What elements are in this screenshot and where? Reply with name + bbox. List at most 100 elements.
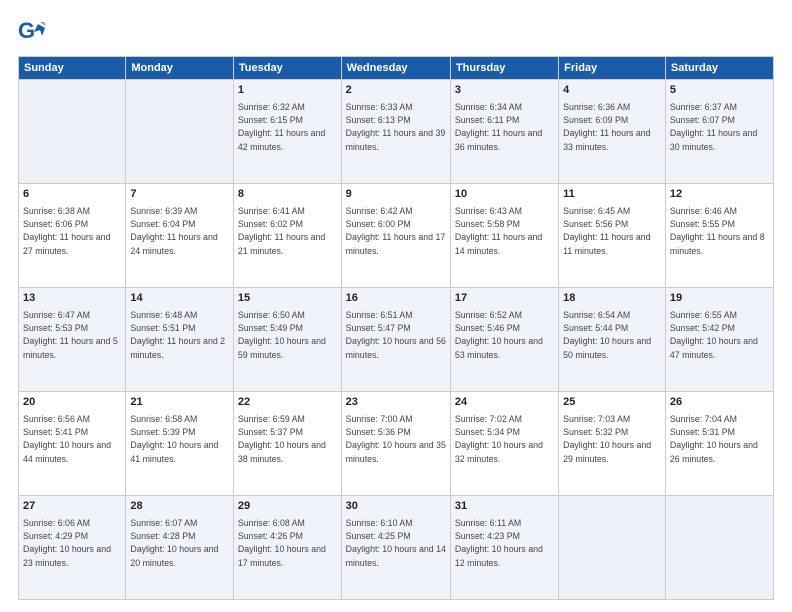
calendar-cell: 31 Sunrise: 6:11 AM Sunset: 4:23 PM Dayli…: [450, 496, 558, 600]
calendar-cell: 15 Sunrise: 6:50 AM Sunset: 5:49 PM Dayli…: [233, 288, 341, 392]
day-number: 12: [670, 187, 769, 203]
calendar-cell: 5 Sunrise: 6:37 AM Sunset: 6:07 PM Daylig…: [665, 80, 773, 184]
day-info: Sunrise: 7:00 AM Sunset: 5:36 PM Dayligh…: [346, 413, 446, 466]
day-number: 19: [670, 291, 769, 307]
calendar-cell: 19 Sunrise: 6:55 AM Sunset: 5:42 PM Dayli…: [665, 288, 773, 392]
calendar-cell: 26 Sunrise: 7:04 AM Sunset: 5:31 PM Dayli…: [665, 392, 773, 496]
day-number: 13: [23, 291, 121, 307]
day-info: Sunrise: 7:03 AM Sunset: 5:32 PM Dayligh…: [563, 413, 661, 466]
calendar-cell: 23 Sunrise: 7:00 AM Sunset: 5:36 PM Dayli…: [341, 392, 450, 496]
day-info: Sunrise: 6:50 AM Sunset: 5:49 PM Dayligh…: [238, 309, 337, 362]
day-number: 25: [563, 395, 661, 411]
day-info: Sunrise: 6:41 AM Sunset: 6:02 PM Dayligh…: [238, 205, 337, 258]
day-number: 17: [455, 291, 554, 307]
calendar-header-row: SundayMondayTuesdayWednesdayThursdayFrid…: [19, 57, 774, 80]
calendar-cell: 29 Sunrise: 6:08 AM Sunset: 4:26 PM Dayli…: [233, 496, 341, 600]
calendar-cell: 11Sunrise: 6:45 AM Sunset: 5:56 PM Dayli…: [559, 184, 666, 288]
day-number: 3: [455, 83, 554, 99]
day-info: Sunrise: 7:04 AM Sunset: 5:31 PM Dayligh…: [670, 413, 769, 466]
calendar-cell: 9 Sunrise: 6:42 AM Sunset: 6:00 PM Daylig…: [341, 184, 450, 288]
day-number: 24: [455, 395, 554, 411]
day-info: Sunrise: 6:56 AM Sunset: 5:41 PM Dayligh…: [23, 413, 121, 466]
day-info: Sunrise: 6:46 AM Sunset: 5:55 PM Dayligh…: [670, 205, 769, 258]
calendar-week-row: 1Sunrise: 6:32 AM Sunset: 6:15 PM Daylig…: [19, 80, 774, 184]
day-info: Sunrise: 6:42 AM Sunset: 6:00 PM Dayligh…: [346, 205, 446, 258]
day-number: 5: [670, 83, 769, 99]
calendar-cell: 14Sunrise: 6:48 AM Sunset: 5:51 PM Dayli…: [126, 288, 234, 392]
day-info: Sunrise: 6:54 AM Sunset: 5:44 PM Dayligh…: [563, 309, 661, 362]
logo-icon: G: [18, 18, 46, 46]
day-info: Sunrise: 6:47 AM Sunset: 5:53 PM Dayligh…: [23, 309, 121, 362]
calendar-week-row: 27 Sunrise: 6:06 AM Sunset: 4:29 PM Dayli…: [19, 496, 774, 600]
day-number: 15: [238, 291, 337, 307]
day-info: Sunrise: 6:55 AM Sunset: 5:42 PM Dayligh…: [670, 309, 769, 362]
calendar-cell: 1Sunrise: 6:32 AM Sunset: 6:15 PM Daylig…: [233, 80, 341, 184]
day-info: Sunrise: 6:10 AM Sunset: 4:25 PM Dayligh…: [346, 517, 446, 570]
calendar-cell: 10Sunrise: 6:43 AM Sunset: 5:58 PM Dayli…: [450, 184, 558, 288]
calendar-cell: 13 Sunrise: 6:47 AM Sunset: 5:53 PM Dayli…: [19, 288, 126, 392]
calendar-cell: [19, 80, 126, 184]
day-number: 7: [130, 187, 229, 203]
calendar-cell: 21 Sunrise: 6:58 AM Sunset: 5:39 PM Dayli…: [126, 392, 234, 496]
calendar-week-row: 13 Sunrise: 6:47 AM Sunset: 5:53 PM Dayli…: [19, 288, 774, 392]
calendar-cell: [559, 496, 666, 600]
calendar-cell: 24 Sunrise: 7:02 AM Sunset: 5:34 PM Dayli…: [450, 392, 558, 496]
calendar-week-row: 6Sunrise: 6:38 AM Sunset: 6:06 PM Daylig…: [19, 184, 774, 288]
day-number: 10: [455, 187, 554, 203]
day-info: Sunrise: 6:07 AM Sunset: 4:28 PM Dayligh…: [130, 517, 229, 570]
svg-text:G: G: [18, 18, 35, 43]
day-number: 22: [238, 395, 337, 411]
day-info: Sunrise: 6:34 AM Sunset: 6:11 PM Dayligh…: [455, 101, 554, 154]
day-info: Sunrise: 6:36 AM Sunset: 6:09 PM Dayligh…: [563, 101, 661, 154]
day-number: 27: [23, 499, 121, 515]
calendar-cell: 3 Sunrise: 6:34 AM Sunset: 6:11 PM Daylig…: [450, 80, 558, 184]
calendar-cell: 17 Sunrise: 6:52 AM Sunset: 5:46 PM Dayli…: [450, 288, 558, 392]
day-info: Sunrise: 6:59 AM Sunset: 5:37 PM Dayligh…: [238, 413, 337, 466]
day-info: Sunrise: 6:52 AM Sunset: 5:46 PM Dayligh…: [455, 309, 554, 362]
calendar-cell: 7 Sunrise: 6:39 AM Sunset: 6:04 PM Daylig…: [126, 184, 234, 288]
weekday-header-thursday: Thursday: [450, 57, 558, 80]
calendar-cell: 25 Sunrise: 7:03 AM Sunset: 5:32 PM Dayli…: [559, 392, 666, 496]
day-info: Sunrise: 6:51 AM Sunset: 5:47 PM Dayligh…: [346, 309, 446, 362]
day-number: 9: [346, 187, 446, 203]
weekday-header-wednesday: Wednesday: [341, 57, 450, 80]
calendar-cell: 6Sunrise: 6:38 AM Sunset: 6:06 PM Daylig…: [19, 184, 126, 288]
day-info: Sunrise: 6:11 AM Sunset: 4:23 PM Dayligh…: [455, 517, 554, 570]
calendar-table: SundayMondayTuesdayWednesdayThursdayFrid…: [18, 56, 774, 600]
day-info: Sunrise: 6:39 AM Sunset: 6:04 PM Dayligh…: [130, 205, 229, 258]
day-info: Sunrise: 6:37 AM Sunset: 6:07 PM Dayligh…: [670, 101, 769, 154]
day-info: Sunrise: 6:08 AM Sunset: 4:26 PM Dayligh…: [238, 517, 337, 570]
day-number: 2: [346, 83, 446, 99]
day-number: 31: [455, 499, 554, 515]
day-number: 23: [346, 395, 446, 411]
day-info: Sunrise: 7:02 AM Sunset: 5:34 PM Dayligh…: [455, 413, 554, 466]
weekday-header-monday: Monday: [126, 57, 234, 80]
calendar-cell: 2 Sunrise: 6:33 AM Sunset: 6:13 PM Daylig…: [341, 80, 450, 184]
day-number: 30: [346, 499, 446, 515]
calendar-cell: 16Sunrise: 6:51 AM Sunset: 5:47 PM Dayli…: [341, 288, 450, 392]
weekday-header-sunday: Sunday: [19, 57, 126, 80]
weekday-header-tuesday: Tuesday: [233, 57, 341, 80]
logo: G: [18, 18, 52, 46]
calendar-cell: 28Sunrise: 6:07 AM Sunset: 4:28 PM Dayli…: [126, 496, 234, 600]
day-number: 20: [23, 395, 121, 411]
day-number: 18: [563, 291, 661, 307]
day-info: Sunrise: 6:58 AM Sunset: 5:39 PM Dayligh…: [130, 413, 229, 466]
calendar-cell: 30 Sunrise: 6:10 AM Sunset: 4:25 PM Dayli…: [341, 496, 450, 600]
day-info: Sunrise: 6:33 AM Sunset: 6:13 PM Dayligh…: [346, 101, 446, 154]
day-number: 26: [670, 395, 769, 411]
day-info: Sunrise: 6:48 AM Sunset: 5:51 PM Dayligh…: [130, 309, 229, 362]
calendar-cell: [126, 80, 234, 184]
calendar-cell: 12 Sunrise: 6:46 AM Sunset: 5:55 PM Dayli…: [665, 184, 773, 288]
weekday-header-friday: Friday: [559, 57, 666, 80]
calendar-cell: 20 Sunrise: 6:56 AM Sunset: 5:41 PM Dayli…: [19, 392, 126, 496]
day-number: 21: [130, 395, 229, 411]
day-number: 4: [563, 83, 661, 99]
page-header: G: [18, 18, 774, 46]
day-info: Sunrise: 6:32 AM Sunset: 6:15 PM Dayligh…: [238, 101, 337, 154]
day-number: 29: [238, 499, 337, 515]
day-number: 6: [23, 187, 121, 203]
day-info: Sunrise: 6:06 AM Sunset: 4:29 PM Dayligh…: [23, 517, 121, 570]
calendar-week-row: 20 Sunrise: 6:56 AM Sunset: 5:41 PM Dayli…: [19, 392, 774, 496]
day-number: 11: [563, 187, 661, 203]
